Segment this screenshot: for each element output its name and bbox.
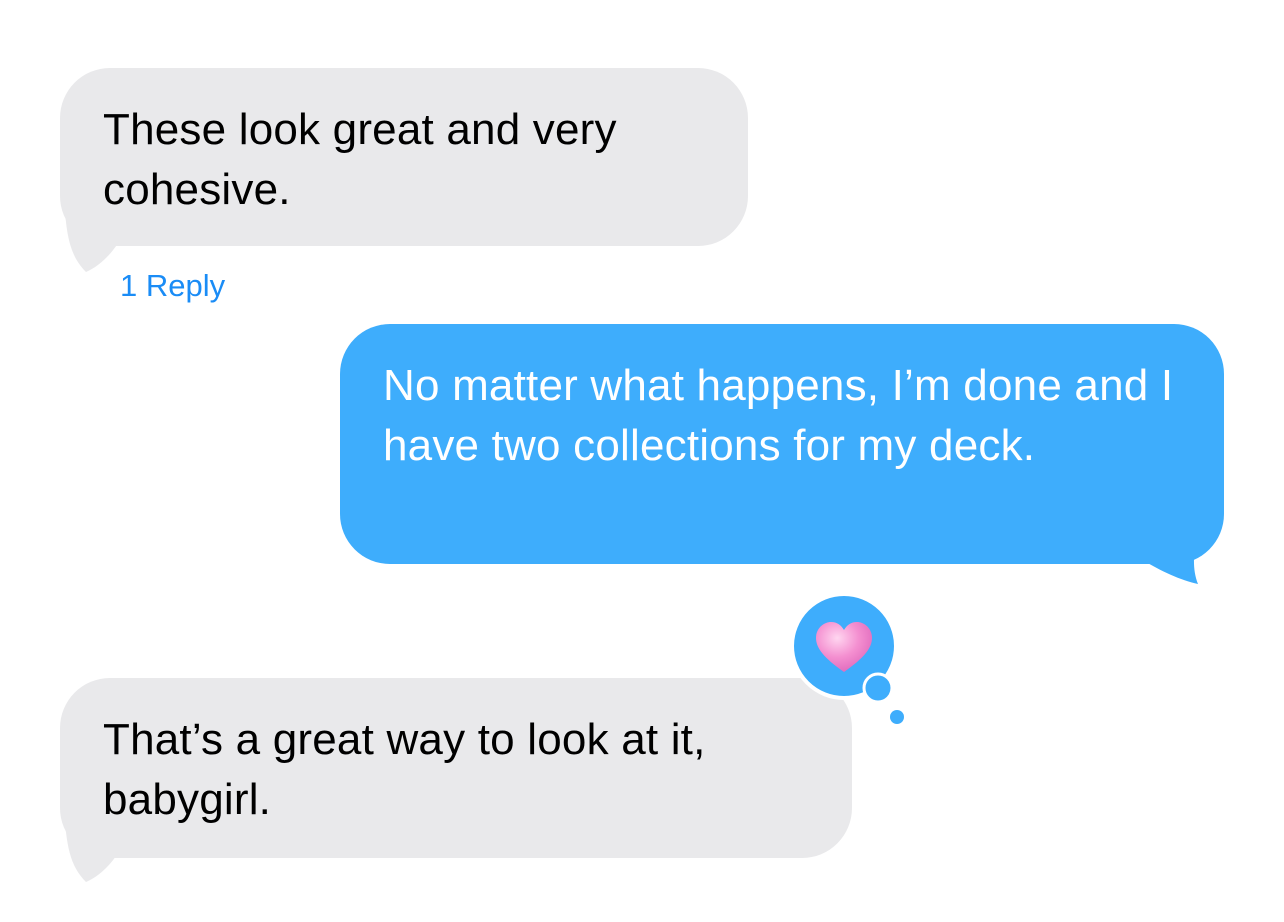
received-message-bubble[interactable]: These look great and very cohesive. bbox=[60, 68, 748, 246]
received-message-bubble[interactable]: That’s a great way to look at it, babygi… bbox=[60, 678, 852, 858]
message-text: No matter what happens, I’m done and I h… bbox=[383, 361, 1174, 470]
message-text: These look great and very cohesive. bbox=[103, 105, 617, 214]
tapback-reaction[interactable] bbox=[780, 590, 920, 730]
sent-message-bubble[interactable]: No matter what happens, I’m done and I h… bbox=[340, 324, 1224, 564]
message-text: That’s a great way to look at it, babygi… bbox=[103, 715, 706, 824]
thread-reply-link[interactable]: 1 Reply bbox=[120, 266, 225, 306]
